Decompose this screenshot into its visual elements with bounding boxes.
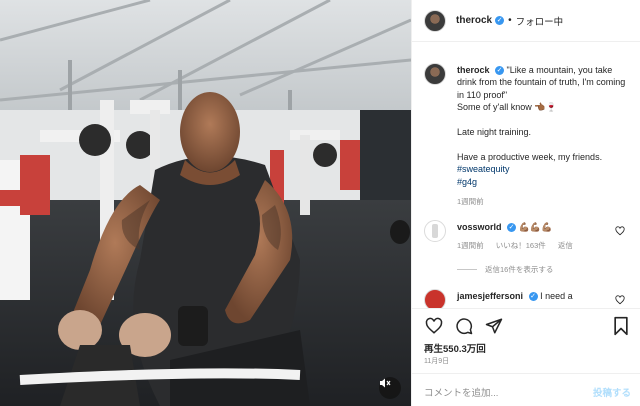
reply-button[interactable]: 返信 — [558, 241, 573, 250]
comments-list[interactable]: therock ✓ "Like a mountain, you take dri… — [412, 43, 640, 308]
comment-text: 💪🏽💪🏽💪🏽 — [518, 222, 553, 233]
heart-icon — [425, 317, 443, 334]
post-date[interactable]: 11月9日 — [424, 356, 449, 366]
share-button[interactable] — [484, 316, 504, 336]
comment-like-heart-icon[interactable] — [615, 295, 625, 305]
mute-button[interactable] — [379, 377, 401, 399]
caption-line: Some of y'all know 👈🏾🍷 — [457, 102, 557, 113]
verified-badge-icon: ✓ — [528, 292, 538, 302]
commenter-username[interactable]: jamesjeffersoni — [457, 291, 523, 301]
comment-item: jamesjeffersoni ✓ I need a — [424, 275, 629, 308]
add-comment-bar: コメントを追加... 投稿する — [412, 373, 640, 406]
post-side-panel: therock ✓ • フォロー中 therock ✓ "Like a moun… — [411, 0, 640, 406]
caption-line: Late night training. — [457, 127, 532, 138]
commenter-avatar[interactable] — [424, 220, 446, 243]
post-actions: 再生550.3万回 11月9日 コメントを追加... 投稿する — [412, 308, 640, 406]
action-icons — [424, 316, 504, 336]
caption-time[interactable]: 1週間前 — [457, 196, 629, 208]
paper-plane-icon — [485, 318, 503, 334]
post-video[interactable] — [0, 0, 411, 406]
view-replies-button[interactable]: 返信16件を表示する — [457, 264, 629, 275]
verified-badge-icon: ✓ — [507, 223, 517, 233]
speaker-muted-icon — [380, 378, 391, 388]
replies-divider — [457, 269, 477, 271]
commenter-username[interactable]: vossworld — [457, 222, 502, 232]
hashtag-link[interactable]: #g4g — [457, 176, 629, 188]
comment-like-heart-icon[interactable] — [615, 226, 625, 236]
separator-dot: • — [508, 15, 512, 26]
caption-username[interactable]: therock — [457, 65, 490, 75]
comment-likes[interactable]: いいね！163件 — [496, 241, 546, 250]
bookmark-icon[interactable] — [611, 316, 631, 336]
comment-button[interactable] — [454, 316, 474, 336]
video-frame — [0, 0, 411, 406]
comment-meta: 1週間前 いいね！163件 返信 — [457, 240, 629, 252]
vossworld-logo-icon — [432, 224, 438, 239]
instagram-post-view: therock ✓ • フォロー中 therock ✓ "Like a moun… — [0, 0, 640, 406]
post-header: therock ✓ • フォロー中 — [412, 0, 640, 42]
comment-icon — [456, 318, 473, 335]
author-avatar[interactable] — [424, 9, 446, 32]
commenter-avatar[interactable] — [424, 289, 446, 308]
hashtag-link[interactable]: #sweatequity — [457, 163, 629, 175]
comment-time[interactable]: 1週間前 — [457, 241, 484, 250]
comment-input[interactable]: コメントを追加... — [424, 385, 498, 399]
comment-item: vossworld ✓ 💪🏽💪🏽💪🏽 1週間前 いいね！163件 返信 — [424, 208, 629, 252]
caption-line: Have a productive week, my friends. — [457, 151, 603, 162]
follow-status-button[interactable]: フォロー中 — [516, 14, 564, 28]
caption: therock ✓ "Like a mountain, you take dri… — [424, 43, 629, 208]
view-count[interactable]: 再生550.3万回 — [424, 341, 486, 355]
post-comment-button[interactable]: 投稿する — [593, 385, 631, 399]
like-button[interactable] — [424, 316, 444, 336]
caption-avatar[interactable] — [424, 63, 446, 85]
view-replies-label: 返信16件を表示する — [485, 265, 554, 275]
comment-text: I need a — [540, 291, 573, 302]
verified-badge-icon: ✓ — [495, 66, 505, 75]
author-username[interactable]: therock — [456, 15, 492, 26]
verified-badge-icon: ✓ — [495, 16, 505, 25]
